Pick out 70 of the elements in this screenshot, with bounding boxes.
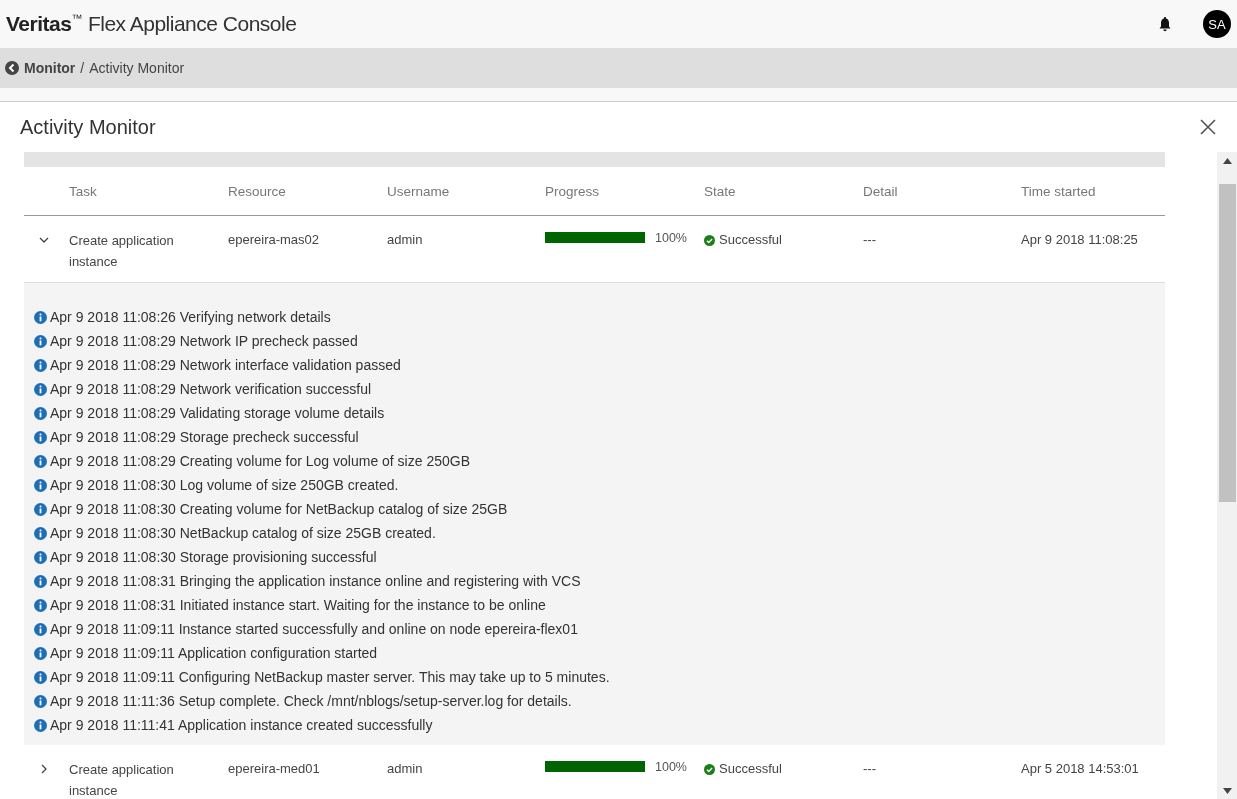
column-header: Detail (863, 183, 899, 199)
breadcrumb-link[interactable]: Monitor (24, 60, 76, 76)
close-icon[interactable] (1199, 118, 1217, 136)
log-entry: Apr 9 2018 11:08:29 Creating volume for Log volume of size 250GB (50, 453, 470, 469)
info-icon (34, 502, 47, 516)
log-entry: Apr 9 2018 11:08:26 Verifying network details (50, 309, 331, 325)
time-started-cell-text: Apr 9 2018 11:08:25 (1021, 231, 1139, 249)
log-entry: Apr 9 2018 11:08:30 Storage provisioning successful (50, 549, 377, 565)
info-icon (34, 358, 47, 372)
username-cell-text: admin (387, 760, 424, 778)
info-icon (34, 622, 47, 636)
column-header: Time started (1021, 183, 1097, 199)
scrollbar[interactable] (1217, 152, 1237, 799)
state-label: Successful (719, 760, 782, 778)
detail-cell-text: --- (863, 760, 877, 778)
column-header: Username (387, 183, 451, 199)
scroll-up-icon[interactable] (1222, 158, 1232, 164)
info-icon (34, 646, 47, 660)
log-entry: Apr 9 2018 11:09:11 Configuring NetBackup master server. This may take up to 5 minutes. (50, 669, 610, 685)
app-title: Flex Appliance Console (87, 12, 297, 36)
info-icon (34, 478, 47, 492)
time-started-cell-text: Apr 5 2018 14:53:01 (1021, 760, 1140, 778)
progress-percent: 100% (655, 759, 687, 775)
panel-title: Activity Monitor (20, 115, 156, 139)
log-entry: Apr 9 2018 11:09:11 Application configuration started (50, 645, 378, 661)
column-header: Task (69, 183, 98, 199)
user-avatar[interactable]: SA (1203, 10, 1231, 38)
column-header: State (704, 183, 737, 199)
info-icon (34, 454, 47, 468)
log-entry: Apr 9 2018 11:09:11 Instance started successfully and online on node epereira-flex01 (50, 621, 578, 637)
log-entry: Apr 9 2018 11:08:30 NetBackup catalog of size 25GB created. (50, 525, 436, 541)
log-entry: Apr 9 2018 11:08:30 Log volume of size 250GB created. (50, 477, 399, 493)
resource-cell-text: epereira-mas02 (228, 231, 321, 249)
log-entry: Apr 9 2018 11:08:29 Network verification successful (50, 381, 372, 397)
breadcrumb-current: Activity Monitor (89, 60, 185, 76)
log-entry: Apr 9 2018 11:08:29 Network IP precheck passed (50, 333, 358, 349)
detail-cell-text: --- (863, 231, 877, 249)
breadcrumb-separator: / (80, 60, 85, 76)
log-entry: Apr 9 2018 11:08:29 Validating storage volume details (50, 405, 385, 421)
task-cell-text: Create application instance (69, 761, 175, 799)
log-entry: Apr 9 2018 11:08:31 Bringing the application instance online and registering with VCS (50, 573, 581, 589)
info-icon (34, 334, 47, 348)
info-icon (34, 430, 47, 444)
info-icon (34, 670, 47, 684)
progress-percent: 100% (655, 230, 687, 246)
info-icon (34, 574, 47, 588)
scrollbar-thumb[interactable] (1218, 184, 1236, 502)
resource-cell-text: epereira-med01 (228, 760, 321, 778)
brand-name: Veritas™ (6, 12, 82, 36)
state-label: Successful (719, 231, 782, 249)
username-cell-text: admin (387, 231, 424, 249)
log-entry: Apr 9 2018 11:11:36 Setup complete. Check /mnt/nblogs/setup-server.log for details. (50, 693, 572, 709)
column-header: Progress (545, 183, 601, 199)
info-icon (34, 718, 47, 732)
bell-icon[interactable] (1157, 16, 1173, 32)
column-header: Resource (228, 183, 287, 199)
log-entry: Apr 9 2018 11:08:29 Storage precheck successful (50, 429, 359, 445)
info-icon (34, 310, 47, 324)
task-cell-text: Create application instance (69, 232, 175, 271)
info-icon (34, 406, 47, 420)
log-entry: Apr 9 2018 11:08:30 Creating volume for NetBackup catalog of size 25GB (50, 501, 508, 517)
info-icon (34, 526, 47, 540)
log-entry: Apr 9 2018 11:08:31 Initiated instance start. Waiting for the instance to be online (50, 597, 546, 613)
log-entry: Apr 9 2018 11:08:29 Network interface validation passed (50, 357, 401, 373)
info-icon (34, 694, 47, 708)
info-icon (34, 382, 47, 396)
log-entry: Apr 9 2018 11:11:41 Application instance created successfully (50, 717, 433, 733)
scroll-down-icon[interactable] (1222, 788, 1232, 794)
info-icon (34, 598, 47, 612)
info-icon (34, 550, 47, 564)
